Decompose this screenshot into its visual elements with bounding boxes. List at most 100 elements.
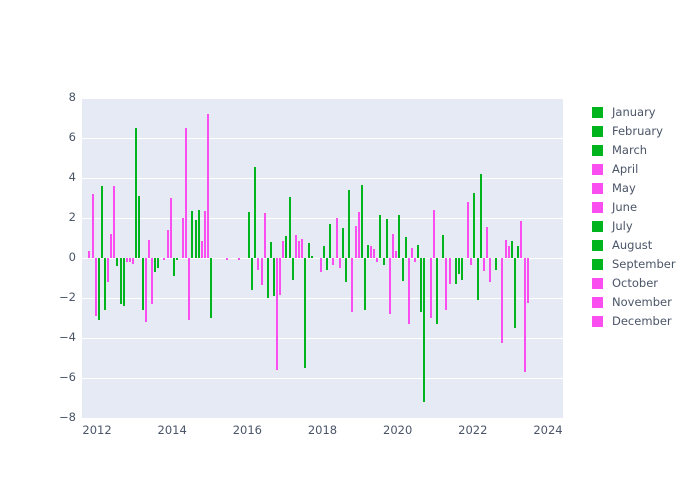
legend-label: August <box>612 237 653 252</box>
bar <box>379 215 382 258</box>
bar <box>501 258 504 343</box>
bar <box>176 258 179 260</box>
bar <box>294 235 297 258</box>
bar <box>254 167 257 258</box>
bar <box>147 240 150 258</box>
bar <box>279 258 282 295</box>
bar <box>395 251 398 258</box>
y-tick-label: 8 <box>68 90 76 104</box>
legend-label: November <box>612 294 672 309</box>
bar <box>435 258 438 324</box>
y-tick-label: 4 <box>68 170 76 184</box>
legend-item-november[interactable]: November <box>592 293 696 312</box>
legend-item-june[interactable]: June <box>592 198 696 217</box>
legend-item-may[interactable]: May <box>592 179 696 198</box>
legend-item-july[interactable]: July <box>592 217 696 236</box>
bar <box>507 246 510 258</box>
bar <box>304 258 307 368</box>
x-tick-label: 2016 <box>232 423 262 437</box>
x-tick-label: 2012 <box>82 423 112 437</box>
legend-item-august[interactable]: August <box>592 236 696 255</box>
bar <box>191 211 194 258</box>
bar <box>523 258 526 372</box>
plot-area <box>82 98 563 418</box>
bar <box>97 258 100 320</box>
legend-item-april[interactable]: April <box>592 160 696 179</box>
bar <box>392 234 395 258</box>
y-tick-label: 0 <box>68 250 76 264</box>
bar <box>454 258 457 284</box>
bar <box>473 193 476 258</box>
legend-item-march[interactable]: March <box>592 141 696 160</box>
bar <box>266 258 269 298</box>
gridline <box>82 378 563 379</box>
x-tick-label: 2014 <box>157 423 187 437</box>
bar <box>88 251 91 258</box>
bar <box>423 258 426 402</box>
bar <box>263 213 266 258</box>
bar <box>291 258 294 280</box>
bar <box>407 258 410 324</box>
bar <box>332 258 335 265</box>
legend-label: September <box>612 256 676 271</box>
bar <box>153 258 156 272</box>
bar <box>185 128 188 258</box>
bar <box>310 256 313 258</box>
bar <box>307 243 310 258</box>
legend-swatch-icon <box>592 221 603 232</box>
bar <box>398 215 401 258</box>
bar <box>106 258 109 282</box>
bar <box>429 258 432 318</box>
legend-swatch-icon <box>592 107 603 118</box>
bar <box>495 258 498 270</box>
bar <box>369 246 372 258</box>
x-tick-label: 2018 <box>307 423 338 437</box>
bar <box>182 218 185 258</box>
bar <box>489 258 492 282</box>
bar <box>163 258 166 260</box>
y-tick-label: −4 <box>59 330 76 344</box>
gridline <box>82 98 563 99</box>
y-tick-label: −8 <box>59 410 76 424</box>
gridline <box>82 178 563 179</box>
y-tick-label: 2 <box>68 210 76 224</box>
legend-item-december[interactable]: December <box>592 312 696 331</box>
bar <box>376 258 379 262</box>
bar <box>432 210 435 258</box>
legend-item-september[interactable]: September <box>592 255 696 274</box>
legend-item-october[interactable]: October <box>592 274 696 293</box>
bar <box>141 258 144 310</box>
bar <box>91 194 94 258</box>
bar <box>113 186 116 258</box>
bar <box>382 258 385 265</box>
bar <box>103 258 106 310</box>
bar <box>470 258 473 265</box>
bar <box>319 258 322 272</box>
bar <box>510 241 513 258</box>
legend-swatch-icon <box>592 126 603 137</box>
bar <box>504 240 507 258</box>
legend-swatch-icon <box>592 164 603 175</box>
bar <box>138 196 141 258</box>
bar <box>517 246 520 258</box>
y-axis-tick-labels: −8 −6 −4 −2 0 2 4 6 8 <box>46 91 76 422</box>
bar <box>200 241 203 258</box>
bar <box>172 258 175 276</box>
gridline <box>82 298 563 299</box>
bar <box>169 198 172 258</box>
legend-item-january[interactable]: January <box>592 103 696 122</box>
bar <box>132 258 135 264</box>
bar <box>341 228 344 258</box>
legend-swatch-icon <box>592 316 603 327</box>
bar <box>520 221 523 258</box>
x-tick-label: 2020 <box>383 423 413 437</box>
bar <box>282 241 285 258</box>
x-tick-label: 2024 <box>533 423 563 437</box>
bar <box>442 235 445 258</box>
legend-label: May <box>612 180 636 195</box>
bar <box>326 258 329 270</box>
bar <box>476 258 479 300</box>
bar <box>197 210 200 258</box>
bar <box>482 258 485 271</box>
legend-item-february[interactable]: February <box>592 122 696 141</box>
